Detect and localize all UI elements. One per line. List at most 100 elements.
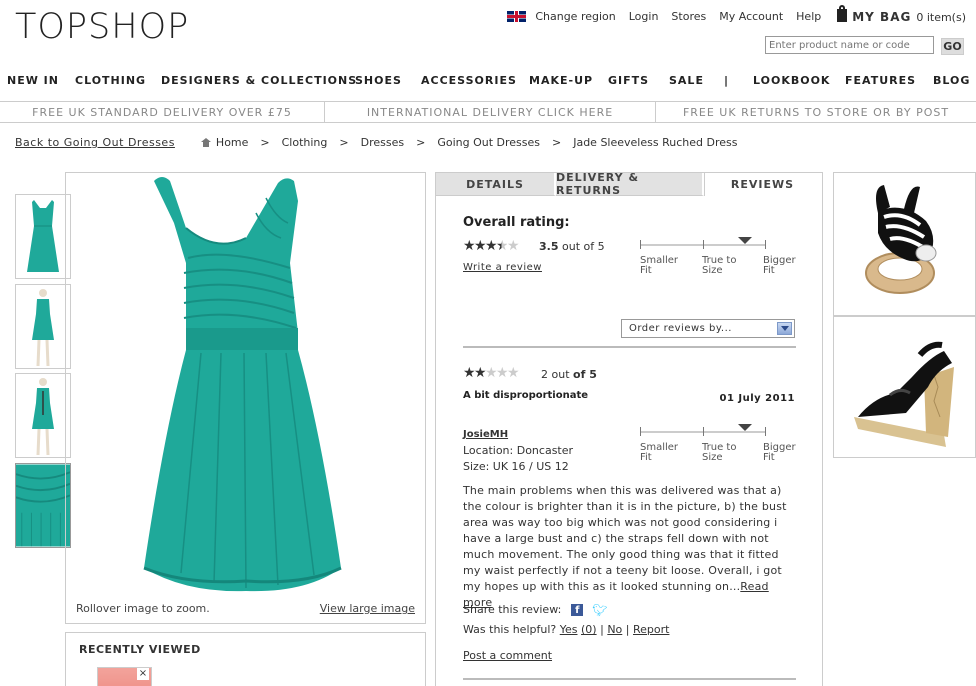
main-nav: NEW IN CLOTHING DESIGNERS & COLLECTIONS … <box>0 74 976 88</box>
nav-make-up[interactable]: MAKE-UP <box>529 74 593 87</box>
breadcrumb-clothing[interactable]: Clothing <box>282 136 328 149</box>
product-thumbnail-front[interactable] <box>15 194 71 279</box>
star-icon: ★ <box>474 365 487 381</box>
dress-detail-image <box>16 464 70 547</box>
search-form: GO <box>765 35 964 55</box>
overall-rating-suffix: out of 5 <box>562 240 605 253</box>
promo-bar: FREE UK STANDARD DELIVERY OVER £75 INTER… <box>0 101 976 123</box>
fit-label-true: True to Size <box>702 442 737 463</box>
nav-sale[interactable]: SALE <box>669 74 704 87</box>
overall-rating-text: 3.5 out of 5 <box>539 240 605 253</box>
review-rating-stars: ★ ★ ★ ★ ★ <box>463 365 520 381</box>
promo-international-delivery[interactable]: INTERNATIONAL DELIVERY CLICK HERE <box>325 102 656 122</box>
related-product-wedge[interactable] <box>833 316 976 458</box>
review-date: 01 July 2011 <box>719 393 795 404</box>
nav-gifts[interactable]: GIFTS <box>608 74 649 87</box>
nav-clothing[interactable]: CLOTHING <box>75 74 146 87</box>
helpful-row: Was this helpful? Yes (0) | No | Report <box>463 623 669 636</box>
divider <box>463 346 796 348</box>
overall-rating-heading: Overall rating: <box>463 215 570 230</box>
review-fit-scale: Smaller Fit True to Size Bigger Fit <box>640 424 800 468</box>
dress-on-mannequin-image <box>32 288 54 366</box>
view-large-image-link[interactable]: View large image <box>320 602 415 615</box>
chevron-down-icon[interactable] <box>777 322 792 335</box>
nav-designers-collections[interactable]: DESIGNERS & COLLECTIONS <box>161 74 357 87</box>
breadcrumb-separator: > <box>339 136 349 149</box>
share-review-label: Share this review: <box>463 603 562 616</box>
nav-shoes[interactable]: SHOES <box>355 74 402 87</box>
recently-viewed-item[interactable]: × <box>97 667 152 686</box>
fit-label-true: True to Size <box>702 255 737 276</box>
breadcrumb: Back to Going Out Dresses Home > Clothin… <box>15 136 737 149</box>
my-account-link[interactable]: My Account <box>719 10 783 23</box>
stores-link[interactable]: Stores <box>671 10 706 23</box>
helpful-yes-count[interactable]: (0) <box>581 623 597 636</box>
related-product-ring[interactable] <box>833 172 976 316</box>
helpful-yes-link[interactable]: Yes <box>560 623 578 636</box>
main-product-image-panel: Rollover image to zoom. View large image <box>65 172 426 624</box>
my-bag-link[interactable]: MY BAG 0 item(s) <box>837 5 966 24</box>
fit-marker-icon <box>738 237 752 244</box>
star-icon: ★ <box>496 365 509 381</box>
review-body: The main problems when this was delivere… <box>463 483 799 611</box>
breadcrumb-dresses[interactable]: Dresses <box>361 136 404 149</box>
back-to-category-link[interactable]: Back to Going Out Dresses <box>15 136 175 149</box>
fit-marker-icon <box>738 424 752 431</box>
star-icon: ★ <box>496 238 509 254</box>
product-thumbnail-model-back[interactable] <box>15 373 71 458</box>
tab-details[interactable]: DETAILS <box>436 173 556 196</box>
product-thumbnail-detail[interactable] <box>15 463 71 548</box>
star-icon: ★ <box>463 365 476 381</box>
fit-tick <box>703 240 704 249</box>
login-link[interactable]: Login <box>629 10 659 23</box>
helpful-separator: | <box>600 623 604 636</box>
breadcrumb-current-product: Jade Sleeveless Ruched Dress <box>573 136 738 149</box>
nav-accessories[interactable]: ACCESSORIES <box>421 74 517 87</box>
search-go-button[interactable]: GO <box>941 38 964 55</box>
tab-reviews[interactable]: REVIEWS <box>704 173 822 196</box>
fit-tick <box>703 427 704 436</box>
help-link[interactable]: Help <box>796 10 821 23</box>
nav-lookbook[interactable]: LOOKBOOK <box>753 74 830 87</box>
helpful-no-link[interactable]: No <box>607 623 622 636</box>
tab-delivery-returns[interactable]: DELIVERY & RETURNS <box>556 171 704 197</box>
fit-tick <box>765 427 766 436</box>
change-region-link[interactable]: Change region <box>535 10 615 23</box>
star-icon: ★ <box>507 365 520 381</box>
nav-new-in[interactable]: NEW IN <box>7 74 59 87</box>
write-review-link[interactable]: Write a review <box>463 262 542 273</box>
product-thumbnail-model-front[interactable] <box>15 284 71 369</box>
dress-front-image <box>27 199 59 272</box>
helpful-separator: | <box>625 623 630 636</box>
nav-features[interactable]: FEATURES <box>845 74 916 87</box>
post-comment-link[interactable]: Post a comment <box>463 649 552 662</box>
nav-blog[interactable]: BLOG <box>933 74 970 87</box>
review-body-text: The main problems when this was delivere… <box>463 484 787 593</box>
order-reviews-value: Order reviews by... <box>629 323 732 334</box>
my-bag-label: MY BAG <box>852 10 912 24</box>
review-author-link[interactable]: JosieMH <box>463 429 508 440</box>
breadcrumb-separator: > <box>552 136 562 149</box>
report-link[interactable]: Report <box>633 623 669 636</box>
share-review: Share this review: f 🐦︎ <box>463 603 608 616</box>
breadcrumb-going-out-dresses[interactable]: Going Out Dresses <box>437 136 540 149</box>
search-input[interactable] <box>765 36 934 54</box>
star-icon: ★ <box>485 238 498 254</box>
main-product-image[interactable] <box>66 173 427 593</box>
shopping-bag-icon <box>837 5 848 22</box>
divider <box>463 678 796 680</box>
product-tabs: DETAILS DELIVERY & RETURNS REVIEWS <box>436 171 822 197</box>
overall-fit-scale: Smaller Fit True to Size Bigger Fit <box>640 237 800 281</box>
star-icon: ★ <box>474 238 487 254</box>
remove-recent-item-icon[interactable]: × <box>137 668 149 680</box>
promo-free-delivery[interactable]: FREE UK STANDARD DELIVERY OVER £75 <box>0 102 325 122</box>
breadcrumb-home[interactable]: Home <box>216 136 248 149</box>
twitter-icon[interactable]: 🐦︎ <box>592 604 607 616</box>
uk-flag-icon <box>507 11 527 22</box>
order-reviews-select[interactable]: Order reviews by... <box>621 319 795 338</box>
fit-tick <box>765 240 766 249</box>
facebook-icon[interactable]: f <box>571 603 584 616</box>
fit-label-bigger: Bigger Fit <box>763 442 796 463</box>
promo-free-returns[interactable]: FREE UK RETURNS TO STORE OR BY POST <box>656 102 976 122</box>
topshop-logo[interactable]: TOPSHOP <box>15 7 189 47</box>
